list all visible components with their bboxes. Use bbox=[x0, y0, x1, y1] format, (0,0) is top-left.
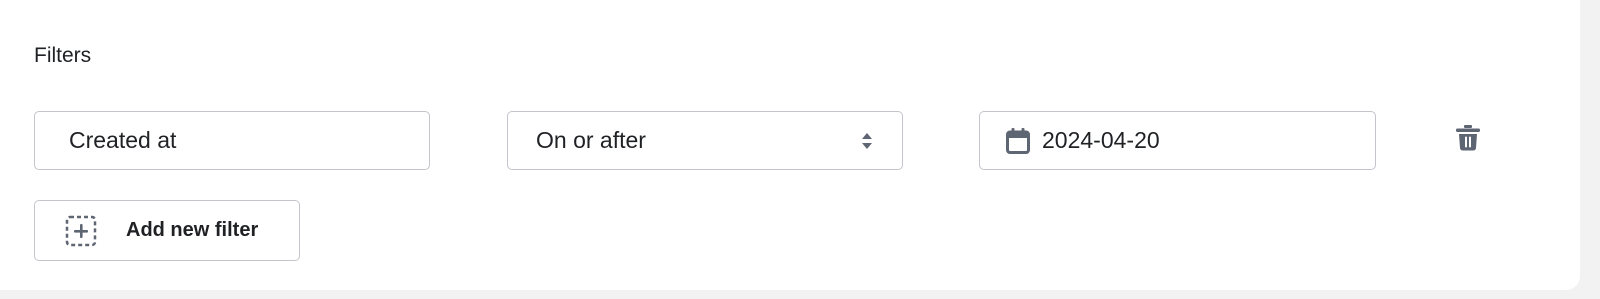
filter-field-input[interactable]: Created at bbox=[34, 111, 430, 170]
dashed-plus-square-icon bbox=[65, 215, 97, 246]
filter-operator-value: On or after bbox=[536, 127, 646, 153]
filter-field-value: Created at bbox=[69, 127, 177, 153]
calendar-icon bbox=[1006, 127, 1030, 154]
add-filter-label: Add new filter bbox=[126, 219, 259, 241]
filter-date-value: 2024-04-20 bbox=[1042, 127, 1160, 153]
delete-filter-button[interactable] bbox=[1452, 122, 1484, 154]
add-filter-button[interactable]: Add new filter bbox=[34, 200, 300, 261]
filters-panel: Filters Created at On or after 2024-04-2… bbox=[0, 0, 1580, 290]
filter-date-input[interactable]: 2024-04-20 bbox=[979, 111, 1376, 170]
filters-title: Filters bbox=[34, 44, 92, 67]
trash-icon bbox=[1456, 125, 1480, 151]
sort-arrows-icon bbox=[862, 133, 872, 149]
filter-operator-select[interactable]: On or after bbox=[507, 111, 903, 170]
